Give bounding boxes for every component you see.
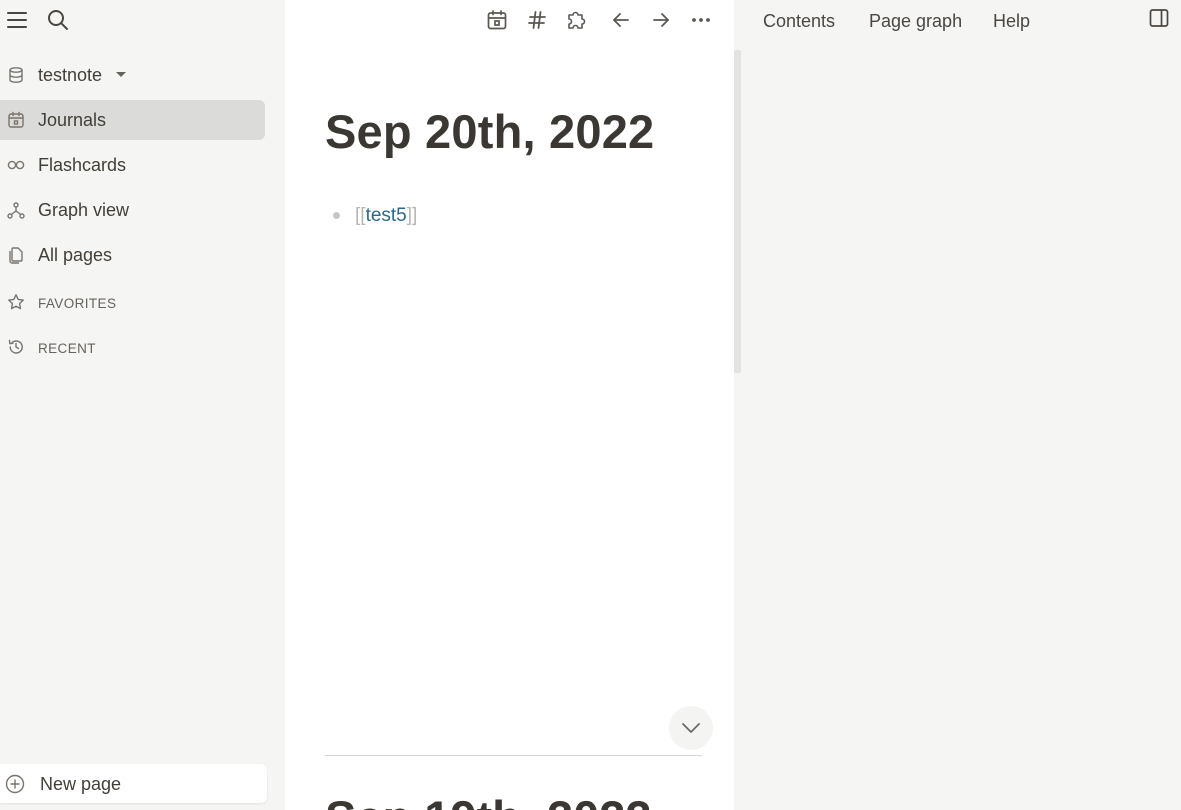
journal-title[interactable]: Sep 20th, 2022: [325, 104, 654, 159]
sidebar-item-label: Graph view: [38, 200, 130, 220]
block-content[interactable]: [[test5]]: [355, 203, 417, 229]
infinity-icon: [7, 156, 25, 174]
new-page-label: New page: [40, 774, 122, 794]
sidebar-item-all-pages[interactable]: All pages: [0, 235, 265, 275]
link-bracket-close: ]]: [406, 205, 418, 226]
new-page-button[interactable]: New page: [0, 764, 267, 803]
menu-icon[interactable]: [6, 10, 28, 30]
puzzle-icon[interactable]: [565, 8, 589, 32]
graph-name: testnote: [38, 65, 103, 85]
next-journal-title[interactable]: Sep 19th, 2022: [325, 790, 652, 810]
journal-divider: [325, 755, 702, 756]
sidebar-item-flashcards[interactable]: Flashcards: [0, 145, 265, 185]
sidebar-item-label: Journals: [38, 110, 107, 130]
more-icon[interactable]: [689, 8, 713, 32]
left-sidebar: testnote Journals Flashcards Graph view …: [0, 0, 285, 810]
search-icon[interactable]: [46, 8, 70, 32]
history-icon: [7, 338, 25, 356]
arrow-left-icon[interactable]: [609, 8, 633, 32]
sidebar-item-graph-view[interactable]: Graph view: [0, 190, 265, 230]
main-scrollbar-thumb[interactable]: [734, 50, 741, 373]
section-label: RECENT: [38, 341, 96, 356]
block-bullet[interactable]: [333, 212, 340, 219]
scroll-down-button[interactable]: [669, 706, 713, 750]
section-label: FAVORITES: [38, 296, 117, 311]
sidebar-item-journals[interactable]: Journals: [0, 100, 265, 140]
hierarchy-icon: [7, 201, 25, 219]
page-reference-link[interactable]: test5: [366, 205, 407, 226]
tab-contents[interactable]: Contents: [763, 10, 835, 32]
hashtag-icon[interactable]: [525, 8, 549, 32]
toggle-right-sidebar-icon[interactable]: [1149, 8, 1169, 28]
sidebar-section-recent[interactable]: RECENT: [0, 327, 265, 367]
sidebar-section-favorites[interactable]: FAVORITES: [0, 282, 265, 322]
link-bracket-open: [[: [355, 205, 366, 226]
files-icon: [7, 246, 25, 264]
tab-help[interactable]: Help: [993, 10, 1030, 32]
tab-page-graph[interactable]: Page graph: [869, 10, 962, 32]
calendar-icon: [7, 111, 25, 129]
star-icon: [7, 293, 25, 311]
plus-circle-icon: [5, 774, 25, 794]
main-content: Sep 20th, 2022 [[test5]] Sep 19th, 2022: [285, 0, 734, 810]
chevron-down-icon: [678, 715, 704, 741]
arrow-right-icon[interactable]: [649, 8, 673, 32]
database-icon: [7, 66, 25, 84]
right-sidebar: Contents Page graph Help: [741, 0, 1181, 810]
graph-selector[interactable]: testnote: [0, 55, 265, 95]
sidebar-item-label: Flashcards: [38, 155, 127, 175]
calendar-icon[interactable]: [485, 8, 509, 32]
chevron-down-icon: [116, 72, 126, 77]
sidebar-item-label: All pages: [38, 245, 113, 265]
